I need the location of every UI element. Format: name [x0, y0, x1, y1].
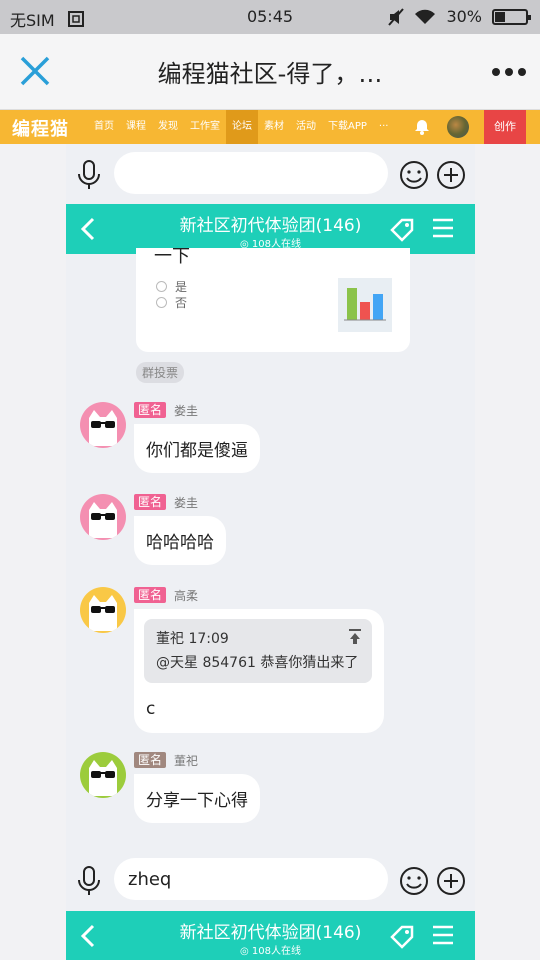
nav-link-forum[interactable]: 论坛 [226, 110, 258, 144]
vote-option[interactable]: 否 [156, 294, 187, 311]
nav-link-courses[interactable]: 课程 [120, 110, 152, 144]
page-title: 编程猫社区-得了，… [157, 60, 383, 88]
bell-icon[interactable] [414, 119, 430, 135]
message-bubble[interactable]: 分享一下心得 [134, 774, 260, 823]
emoji-icon[interactable] [399, 866, 429, 896]
chat-panel: 新社区初代体验团(146) ◎ 108人在线 一下 是 否 群投票 匿名 娄圭 … [66, 144, 475, 960]
tag-icon[interactable] [388, 216, 416, 244]
anonymous-badge: 匿名 [134, 494, 167, 510]
avatar[interactable] [80, 494, 126, 540]
vote-type-label: 群投票 [136, 362, 185, 383]
close-icon[interactable] [18, 54, 52, 88]
avatar[interactable] [80, 402, 126, 448]
nav-link-home[interactable]: 首页 [88, 110, 120, 144]
message-bubble[interactable]: 董祀 17:09 @天星 854761 恭喜你猜出来了 c [134, 609, 384, 733]
anonymous-badge: 匿名 [134, 402, 167, 418]
group-header: 新社区初代体验团(146) ◎ 108人在线 [66, 204, 475, 254]
mute-icon [388, 7, 405, 26]
nav-link-materials[interactable]: 素材 [258, 110, 290, 144]
quote-author: 董祀 17:09 [156, 631, 229, 647]
message-bubble[interactable]: 哈哈哈哈 [134, 516, 226, 565]
plus-icon[interactable] [436, 160, 466, 190]
message-text: c [146, 699, 156, 719]
quote-text: @天星 854761 恭喜你猜出来了 [156, 655, 359, 671]
nav-link-discover[interactable]: 发现 [152, 110, 184, 144]
battery-icon [492, 8, 531, 25]
plus-icon[interactable] [436, 866, 466, 896]
microphone-icon[interactable] [76, 160, 102, 190]
sender-name: 娄圭 [174, 404, 199, 418]
message-input[interactable] [114, 858, 388, 900]
sender-name: 董祀 [174, 754, 199, 768]
avatar[interactable] [80, 587, 126, 633]
battery-percent: 30% [446, 7, 482, 26]
create-button[interactable]: 创作 [484, 110, 526, 144]
message-input-top[interactable] [114, 152, 388, 194]
title-bar: 编程猫社区-得了，… [0, 34, 540, 110]
quoted-message[interactable]: 董祀 17:09 @天星 854761 恭喜你猜出来了 [144, 619, 372, 683]
message-bubble[interactable]: 你们都是傻逼 [134, 424, 260, 473]
user-avatar[interactable] [447, 116, 469, 138]
pin-top-icon[interactable] [348, 629, 362, 645]
nav-link-more[interactable]: ··· [373, 110, 395, 144]
vote-chart-image [338, 278, 392, 332]
vote-question: 一下 [154, 246, 190, 267]
vote-card[interactable]: 一下 是 否 [136, 246, 410, 352]
top-input-bar [66, 146, 475, 204]
more-menu-icon[interactable] [492, 68, 526, 76]
avatar[interactable] [80, 752, 126, 798]
nav-link-studio[interactable]: 工作室 [184, 110, 226, 144]
nav-link-download[interactable]: 下载APP [322, 110, 373, 144]
tag-icon[interactable] [388, 923, 416, 951]
vote-option[interactable]: 是 [156, 278, 187, 295]
hamburger-menu-icon[interactable] [432, 218, 454, 238]
anonymous-badge: 匿名 [134, 587, 167, 603]
site-nav: 编程猫 首页 课程 发现 工作室 论坛 素材 活动 下载APP ··· 创作 [0, 110, 540, 144]
anonymous-badge: 匿名 [134, 752, 167, 768]
wifi-icon [415, 9, 436, 24]
status-bar: 无SIM 05:45 30% [0, 0, 540, 34]
site-logo[interactable]: 编程猫 [12, 115, 69, 141]
nav-link-events[interactable]: 活动 [290, 110, 322, 144]
microphone-icon[interactable] [76, 866, 102, 896]
sender-name: 娄圭 [174, 496, 199, 510]
emoji-icon[interactable] [399, 160, 429, 190]
sender-name: 高柔 [174, 589, 199, 603]
bottom-input-bar [66, 852, 475, 910]
group-header-bottom: 新社区初代体验团(146) ◎ 108人在线 [66, 911, 475, 960]
hamburger-menu-icon[interactable] [432, 925, 454, 945]
